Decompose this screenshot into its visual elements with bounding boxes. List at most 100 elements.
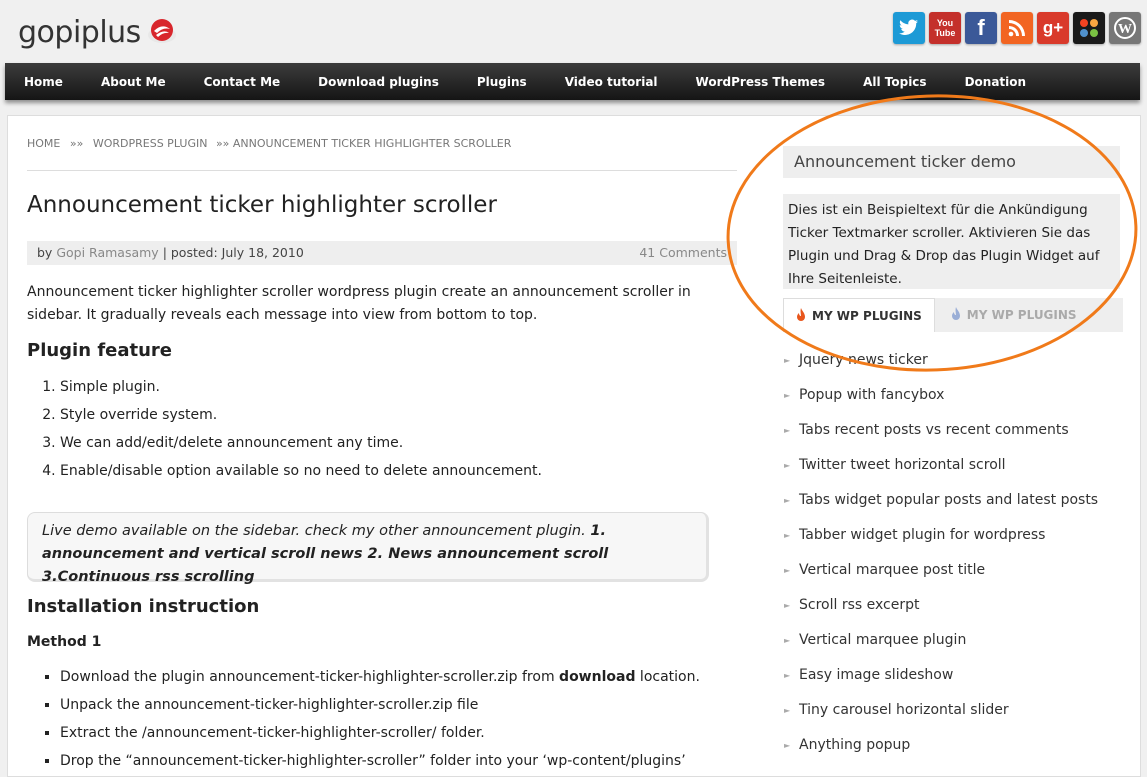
list-item: We can add/edit/delete announcement any … (60, 431, 542, 459)
nav-wordpress-themes[interactable]: WordPress Themes (677, 75, 845, 89)
list-item[interactable]: ► Popup with fancybox (783, 378, 1123, 413)
install-steps: Download the plugin announcement-ticker-… (27, 665, 700, 777)
list-item[interactable]: ► Tiny carousel horizontal slider (783, 693, 1123, 728)
tab-my-wp-plugins[interactable]: MY WP PLUGINS (935, 298, 1089, 332)
arrow-icon: ► (784, 426, 791, 435)
joomla-icon[interactable] (1073, 12, 1105, 44)
flame-icon (797, 308, 805, 321)
arrow-icon: ► (784, 391, 791, 400)
list-item[interactable]: ► Tabs recent posts vs recent comments (783, 413, 1123, 448)
youtube-glyph: You Tube (934, 18, 956, 38)
arrow-icon: ► (784, 461, 791, 470)
feature-list: Simple plugin. Style override system. We… (27, 375, 542, 487)
arrow-icon: ► (784, 566, 791, 575)
step-text: Download the plugin announcement-ticker-… (60, 669, 560, 685)
author-link[interactable]: Gopi Ramasamy (56, 245, 158, 260)
plugin-link[interactable]: Tiny carousel horizontal slider (799, 702, 1009, 718)
arrow-icon: ► (784, 671, 791, 680)
plugin-link[interactable]: Vertical marquee post title (799, 562, 985, 578)
tab-label: MY WP PLUGINS (966, 308, 1077, 322)
list-item[interactable]: ► Vertical marquee plugin (783, 623, 1123, 658)
list-item[interactable]: ► Jquery news ticker (783, 343, 1123, 378)
wordpress-icon[interactable]: W (1109, 12, 1141, 44)
flame-icon (951, 307, 960, 320)
google-plus-icon[interactable]: g+ (1037, 12, 1069, 44)
social-icons: You Tube f g+ W (893, 12, 1141, 44)
list-item: Style override system. (60, 403, 542, 431)
plugin-link[interactable]: Tabs recent posts vs recent comments (799, 422, 1069, 438)
facebook-glyph: f (977, 15, 985, 40)
comments-link[interactable]: 41 Comments (639, 241, 727, 265)
breadcrumb: HOME »» WORDPRESS PLUGIN »» ANNOUNCEMENT… (27, 137, 511, 150)
tab-my-wp-plugins-active[interactable]: MY WP PLUGINS (783, 298, 935, 332)
arrow-icon: ► (784, 356, 791, 365)
facebook-icon[interactable]: f (965, 12, 997, 44)
list-item: Drop the “announcement-ticker-highlighte… (60, 749, 700, 777)
list-item: Extract the /announcement-ticker-highlig… (60, 721, 700, 749)
plugin-link[interactable]: Tabs widget popular posts and latest pos… (799, 492, 1098, 508)
arrow-icon: ► (784, 496, 791, 505)
arrow-icon: ► (784, 601, 791, 610)
breadcrumb-section[interactable]: WORDPRESS PLUGIN (93, 137, 208, 150)
list-item: Download the plugin announcement-ticker-… (60, 665, 700, 693)
nav-all-topics[interactable]: All Topics (844, 75, 946, 89)
nav-video-tutorial[interactable]: Video tutorial (546, 75, 677, 89)
download-link[interactable]: download (559, 669, 635, 685)
step-text: location. (635, 669, 700, 685)
divider (27, 170, 737, 171)
youtube-icon[interactable]: You Tube (929, 12, 961, 44)
content-area: HOME »» WORDPRESS PLUGIN »» ANNOUNCEMENT… (7, 115, 1141, 777)
site-logo[interactable]: gopiplus (18, 12, 177, 52)
breadcrumb-separator: »» (69, 137, 84, 150)
breadcrumb-home[interactable]: HOME (27, 137, 60, 150)
tab-label: MY WP PLUGINS (812, 309, 922, 323)
plugin-link[interactable]: Easy image slideshow (799, 667, 953, 683)
post-intro: Announcement ticker highlighter scroller… (27, 284, 691, 323)
plugin-link[interactable]: Jquery news ticker (799, 352, 928, 368)
logo-swirl-icon (147, 19, 176, 43)
demo-note-box: Live demo available on the sidebar. chec… (27, 512, 709, 585)
list-item: Enable/disable option available so no ne… (60, 459, 542, 487)
logo-text: gopiplus (18, 14, 141, 50)
main-nav: Home About Me Contact Me Download plugin… (5, 63, 1140, 100)
list-item[interactable]: ► Tabs widget popular posts and latest po… (783, 483, 1123, 518)
plugin-tabs: MY WP PLUGINS MY WP PLUGINS (783, 298, 1123, 332)
nav-home[interactable]: Home (5, 75, 82, 89)
install-heading: Installation instruction (27, 596, 260, 617)
plugin-list: ► Jquery news ticker ► Popup with fancybox… (783, 343, 1123, 763)
list-item[interactable]: ► Anything popup (783, 728, 1123, 763)
nav-plugins[interactable]: Plugins (458, 75, 546, 89)
rss-icon[interactable] (1001, 12, 1033, 44)
plugin-link[interactable]: Vertical marquee plugin (799, 632, 966, 648)
list-item[interactable]: ► Easy image slideshow (783, 658, 1123, 693)
plugin-link[interactable]: Anything popup (799, 737, 910, 753)
plugin-link[interactable]: Popup with fancybox (799, 387, 944, 403)
svg-text:W: W (1118, 22, 1132, 37)
nav-donation[interactable]: Donation (946, 75, 1045, 89)
meta-by: by (37, 245, 53, 260)
posted-date: | posted: July 18, 2010 (162, 245, 304, 260)
list-item[interactable]: ► Vertical marquee post title (783, 553, 1123, 588)
list-item: Simple plugin. (60, 375, 542, 403)
method-label: Method 1 (27, 634, 102, 650)
list-item[interactable]: ► Tabber widget plugin for wordpress (783, 518, 1123, 553)
nav-download-plugins[interactable]: Download plugins (299, 75, 458, 89)
twitter-icon[interactable] (893, 12, 925, 44)
plugin-link[interactable]: Twitter tweet horizontal scroll (799, 457, 1006, 473)
page-title: Announcement ticker highlighter scroller (27, 192, 497, 218)
list-item[interactable]: ► Twitter tweet horizontal scroll (783, 448, 1123, 483)
arrow-icon: ► (784, 741, 791, 750)
plugin-link[interactable]: Tabber widget plugin for wordpress (799, 527, 1045, 543)
nav-contact-me[interactable]: Contact Me (185, 75, 300, 89)
demo-note-text: Live demo available on the sidebar. chec… (42, 523, 591, 539)
list-item[interactable]: ► Scroll rss excerpt (783, 588, 1123, 623)
arrow-icon: ► (784, 706, 791, 715)
widget-title: Announcement ticker demo (783, 146, 1120, 178)
arrow-icon: ► (784, 531, 791, 540)
nav-about-me[interactable]: About Me (82, 75, 185, 89)
post-meta: by Gopi Ramasamy | posted: July 18, 2010… (27, 241, 737, 265)
plugin-link[interactable]: Scroll rss excerpt (799, 597, 919, 613)
feature-heading: Plugin feature (27, 340, 173, 361)
list-item: Unpack the announcement-ticker-highlight… (60, 693, 700, 721)
breadcrumb-current: »» ANNOUNCEMENT TICKER HIGHLIGHTER SCROL… (215, 137, 512, 150)
